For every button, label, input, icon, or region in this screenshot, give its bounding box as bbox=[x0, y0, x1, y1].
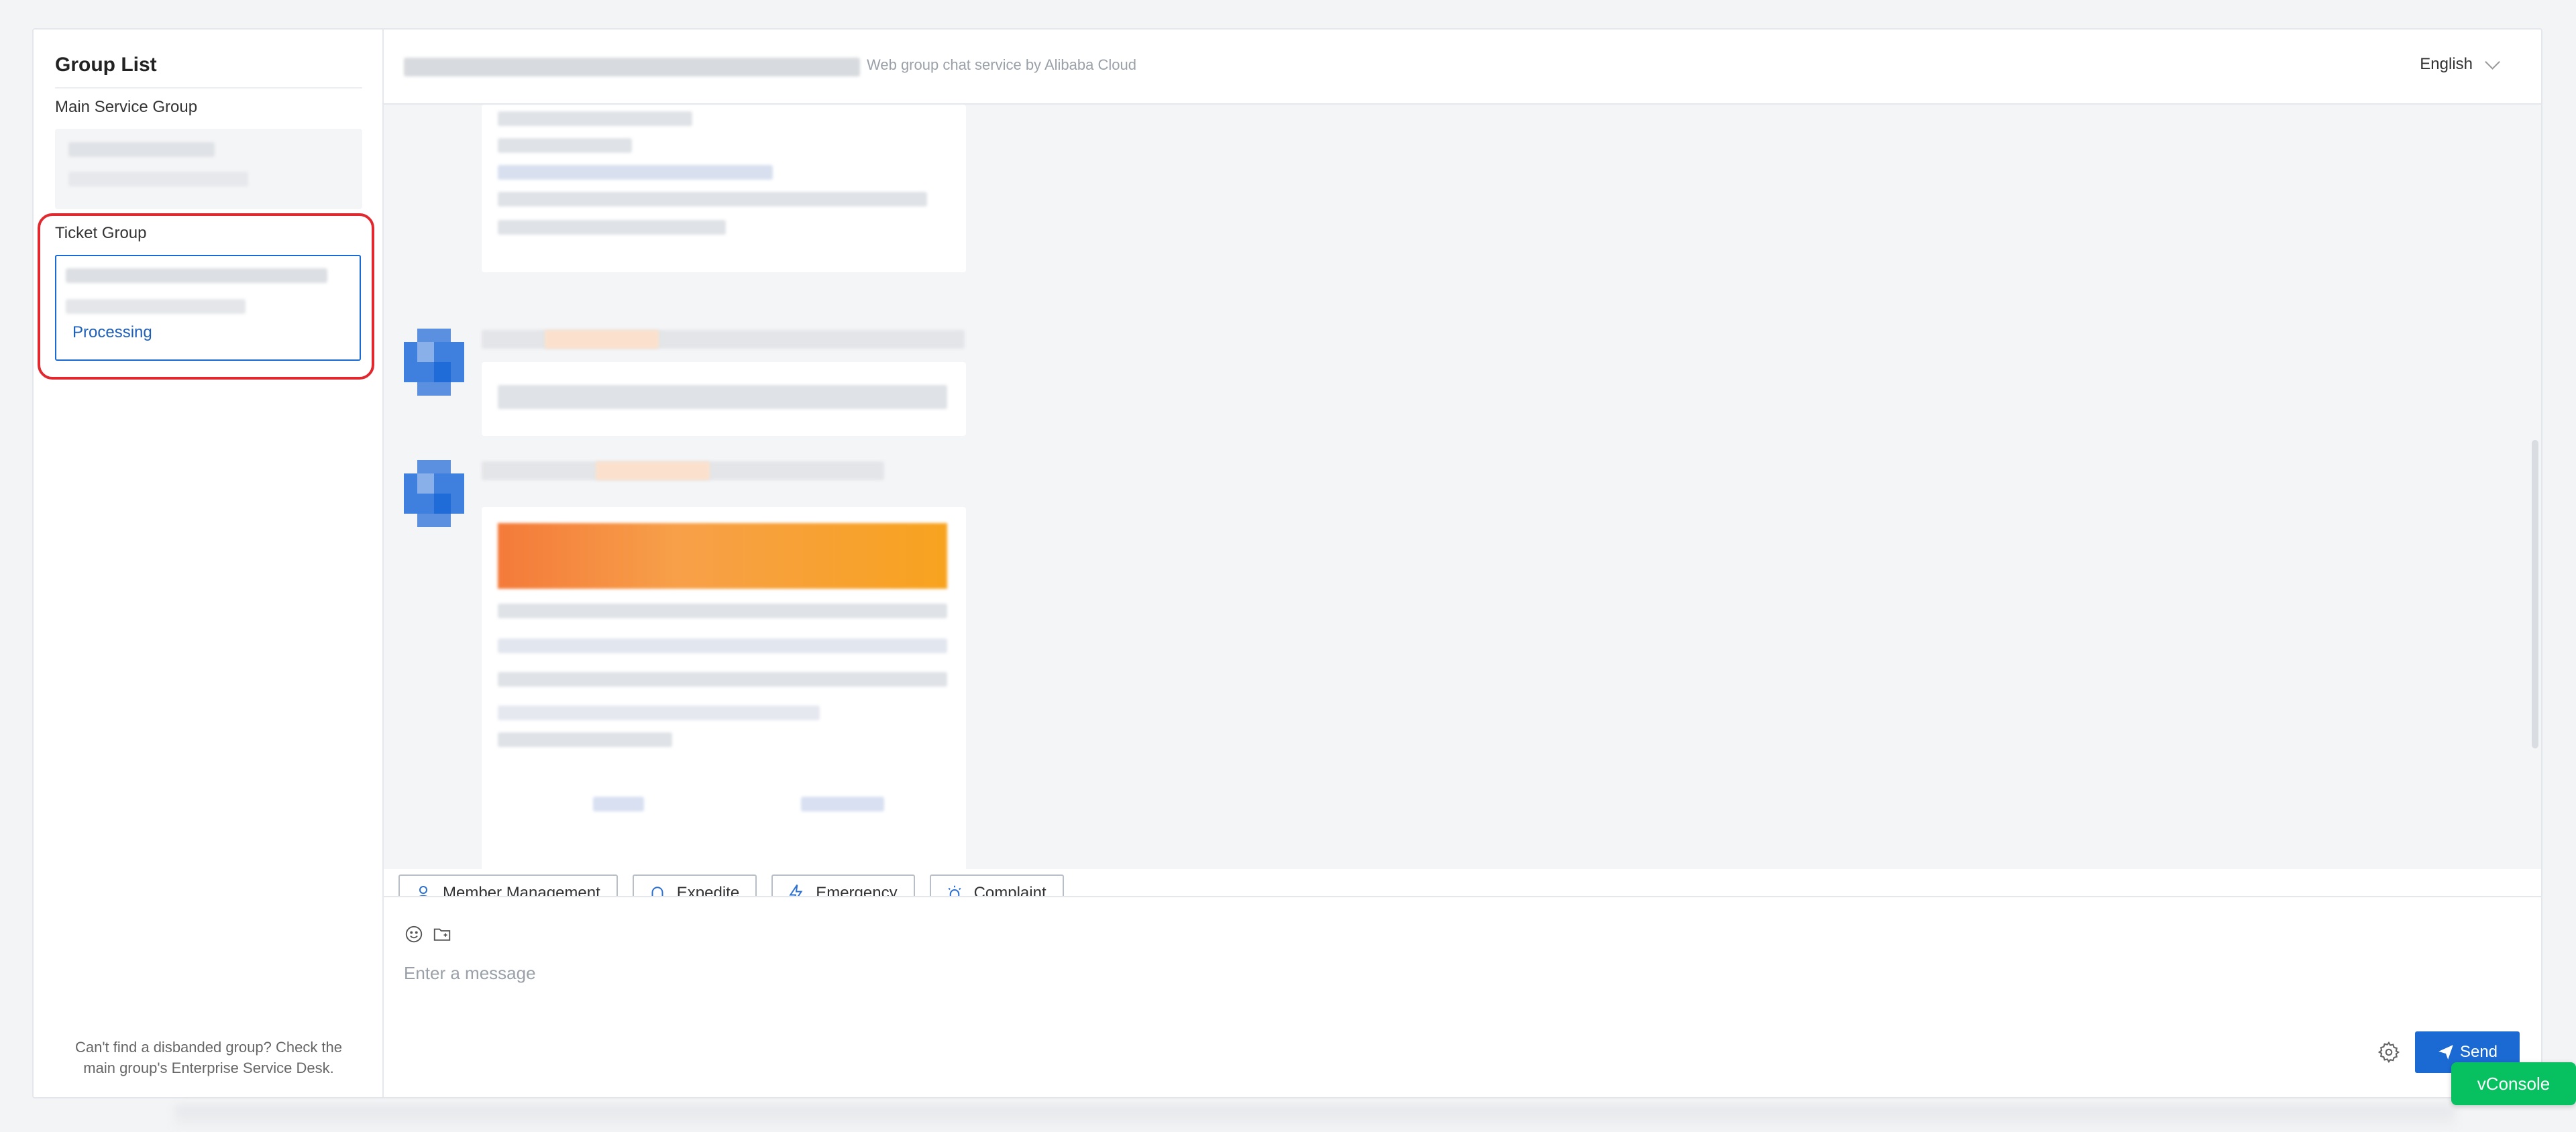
service-subtitle: Web group chat service by Alibaba Cloud bbox=[867, 56, 1136, 73]
main-service-group-label: Main Service Group bbox=[55, 98, 198, 116]
page-bottom-shadow bbox=[174, 1105, 2455, 1132]
redacted-group-name bbox=[68, 142, 215, 157]
redacted-text bbox=[498, 111, 692, 126]
redacted-text bbox=[498, 220, 726, 235]
chevron-down-icon bbox=[2485, 54, 2500, 70]
chat-panel: Web group chat service by Alibaba Cloud … bbox=[384, 30, 2541, 1097]
redacted-ticket-detail bbox=[66, 299, 246, 314]
message-list[interactable] bbox=[384, 105, 2541, 869]
chat-header: Web group chat service by Alibaba Cloud … bbox=[384, 30, 2541, 105]
message-bubble bbox=[482, 105, 966, 272]
redacted-chat-title bbox=[404, 58, 860, 76]
redacted-group-detail bbox=[68, 172, 248, 186]
sender-avatar bbox=[404, 460, 464, 527]
redacted-card-link[interactable] bbox=[593, 797, 644, 811]
card-banner bbox=[498, 523, 947, 589]
ticket-group-item[interactable]: Processing bbox=[55, 255, 361, 361]
card-message bbox=[482, 507, 966, 869]
redacted-ticket-name bbox=[66, 268, 327, 283]
composer-toolbar bbox=[404, 924, 452, 944]
redacted-text bbox=[498, 385, 947, 409]
redacted-card-link[interactable] bbox=[801, 797, 884, 811]
main-service-group-item[interactable] bbox=[55, 129, 362, 209]
chat-scrollbar[interactable] bbox=[2532, 440, 2538, 748]
message-input[interactable] bbox=[404, 956, 1746, 990]
redacted-text bbox=[498, 604, 947, 618]
redacted-text bbox=[498, 672, 947, 687]
emoji-icon[interactable] bbox=[404, 924, 424, 944]
app-window: Group List Main Service Group Ticket Gro… bbox=[32, 28, 2542, 1098]
ticket-status-badge: Processing bbox=[72, 323, 152, 341]
redacted-text bbox=[498, 165, 773, 180]
language-selector[interactable]: English bbox=[2420, 54, 2500, 74]
language-label: English bbox=[2420, 55, 2473, 73]
send-icon bbox=[2438, 1045, 2453, 1060]
gear-icon[interactable] bbox=[2377, 1041, 2400, 1064]
redacted-sender-tag bbox=[545, 330, 659, 349]
message-composer: Send bbox=[384, 896, 2541, 1097]
folder-upload-icon[interactable] bbox=[432, 924, 452, 944]
redacted-sender-tag bbox=[596, 461, 710, 480]
redacted-text bbox=[498, 732, 672, 747]
disbanded-group-hint: Can't find a disbanded group? Check the … bbox=[74, 1039, 343, 1076]
redacted-text bbox=[498, 192, 927, 207]
redacted-text bbox=[498, 138, 632, 153]
ticket-group-label: Ticket Group bbox=[55, 224, 147, 242]
group-list-sidebar: Group List Main Service Group Ticket Gro… bbox=[34, 30, 384, 1097]
redacted-text bbox=[498, 705, 820, 720]
send-label: Send bbox=[2459, 1043, 2498, 1061]
sender-avatar bbox=[404, 329, 464, 396]
redacted-text bbox=[498, 638, 947, 653]
message-bubble bbox=[482, 362, 966, 436]
vconsole-button[interactable]: vConsole bbox=[2451, 1062, 2576, 1105]
group-list-title: Group List bbox=[55, 54, 362, 89]
